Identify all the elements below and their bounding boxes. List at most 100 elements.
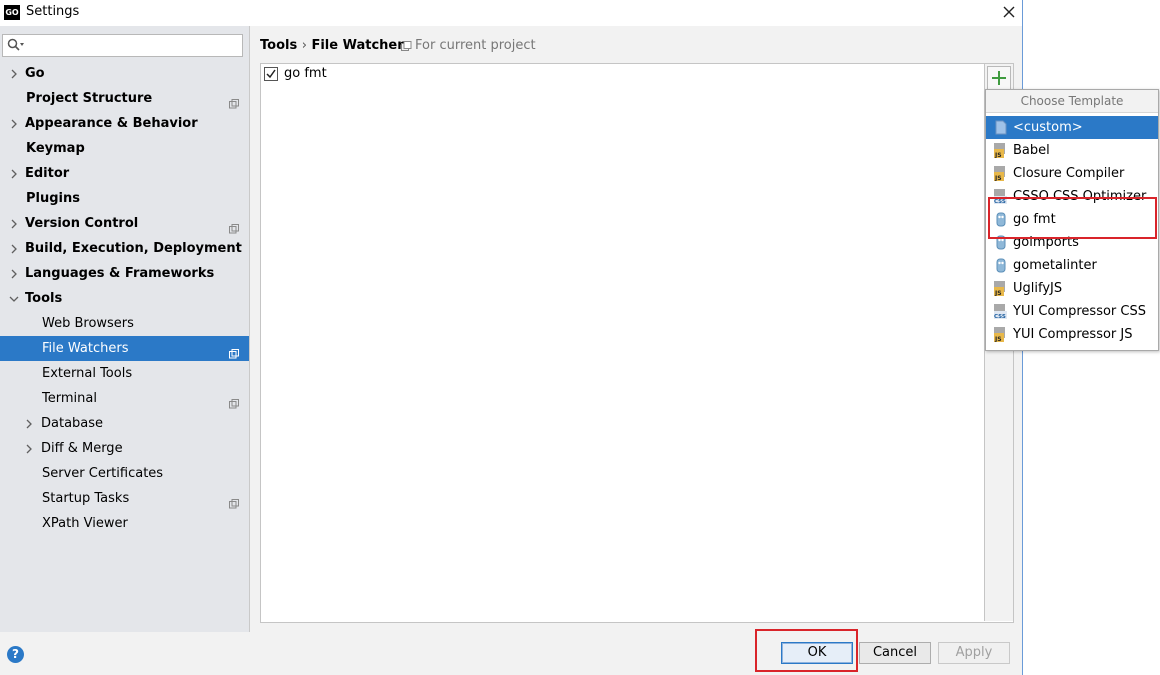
sidebar-item-label: External Tools [42, 366, 133, 381]
sidebar-item-external-tools[interactable]: External Tools [0, 361, 249, 386]
sidebar-item-diff-merge[interactable]: Diff & Merge [0, 436, 249, 461]
sidebar-item-label: Go [25, 66, 45, 81]
sidebar-item-appearance-behavior[interactable]: Appearance & Behavior [0, 111, 249, 136]
highlight-box-ok [755, 629, 858, 672]
close-button[interactable] [1000, 2, 1018, 22]
help-icon[interactable]: ? [7, 646, 24, 663]
highlight-box-go-fmt [988, 197, 1157, 239]
cancel-button[interactable]: Cancel [859, 642, 931, 664]
chevron-right-icon[interactable] [9, 111, 19, 136]
watcher-name[interactable]: go fmt [284, 66, 327, 81]
sidebar-item-label: Project Structure [26, 91, 153, 106]
sidebar-item-version-control[interactable]: Version Control [0, 211, 249, 236]
search-input[interactable] [2, 34, 243, 57]
sidebar-item-label: Startup Tasks [42, 491, 130, 506]
sidebar-item-label: Plugins [26, 191, 80, 206]
project-scope-icon [229, 343, 239, 359]
svg-text:CSS: CSS [994, 314, 1006, 319]
template-item-custom[interactable]: <custom> [986, 116, 1158, 139]
app-icon: GO [4, 5, 20, 20]
sidebar-item-database[interactable]: Database [0, 411, 249, 436]
sidebar-item-label: Terminal [42, 391, 97, 406]
sidebar-item-label: XPath Viewer [42, 516, 128, 531]
sidebar-item-label: Web Browsers [42, 316, 134, 331]
breadcrumb: Tools › File Watchers [260, 38, 411, 53]
template-item-label: gometalinter [1013, 258, 1097, 273]
template-item-uglifyjs[interactable]: JS UglifyJS [986, 277, 1158, 300]
svg-text:JS: JS [994, 290, 1002, 296]
popup-title: Choose Template [986, 90, 1158, 113]
checkmark-icon [266, 69, 276, 79]
sidebar-item-label: Keymap [26, 141, 85, 156]
close-icon [1003, 6, 1015, 18]
template-item-yui-compressor-js[interactable]: JS YUI Compressor JS [986, 323, 1158, 346]
settings-sidebar: Go Project Structure Appearance & Behavior… [0, 26, 250, 632]
project-scope-icon [229, 218, 239, 234]
sidebar-item-startup-tasks[interactable]: Startup Tasks [0, 486, 249, 511]
js-icon: JS [994, 166, 1008, 182]
template-item-closure-compiler[interactable]: JS Closure Compiler [986, 162, 1158, 185]
template-item-label: YUI Compressor JS [1013, 327, 1133, 342]
breadcrumb-current: File Watchers [311, 38, 412, 53]
sidebar-item-editor[interactable]: Editor [0, 161, 249, 186]
breadcrumb-parent[interactable]: Tools [260, 38, 297, 53]
chevron-right-icon[interactable] [9, 61, 19, 86]
sidebar-item-label: Editor [25, 166, 70, 181]
chevron-down-icon[interactable] [9, 286, 19, 311]
sidebar-item-label: Languages & Frameworks [25, 266, 215, 281]
sidebar-item-terminal[interactable]: Terminal [0, 386, 249, 411]
sidebar-item-build-execution-deployment[interactable]: Build, Execution, Deployment [0, 236, 249, 261]
project-scope-icon [401, 41, 412, 51]
chevron-right-icon[interactable] [9, 261, 19, 286]
sidebar-item-tools[interactable]: Tools [0, 286, 249, 311]
sidebar-item-label: Diff & Merge [41, 441, 123, 456]
template-item-label: <custom> [1013, 120, 1083, 135]
window-title: Settings [26, 4, 80, 19]
sidebar-item-go[interactable]: Go [0, 61, 249, 86]
watchers-table [260, 63, 1014, 623]
chevron-right-icon[interactable] [9, 161, 19, 186]
project-scope-icon [229, 393, 239, 409]
template-item-label: Babel [1013, 143, 1050, 158]
sidebar-item-label: Tools [25, 291, 63, 306]
sidebar-item-label: Appearance & Behavior [25, 116, 198, 131]
template-item-label: YUI Compressor CSS [1013, 304, 1146, 319]
watcher-enabled-checkbox[interactable] [264, 67, 278, 81]
template-item-label: Closure Compiler [1013, 166, 1125, 181]
sidebar-item-label: Database [41, 416, 104, 431]
sidebar-item-label: File Watchers [42, 341, 129, 356]
scope-label: For current project [415, 38, 536, 53]
sidebar-item-label: Build, Execution, Deployment [25, 241, 242, 256]
chevron-right-icon[interactable] [24, 436, 34, 461]
template-item-yui-compressor-css[interactable]: CSS YUI Compressor CSS [986, 300, 1158, 323]
chevron-right-icon[interactable] [9, 211, 19, 236]
svg-text:JS: JS [994, 336, 1002, 342]
sidebar-item-web-browsers[interactable]: Web Browsers [0, 311, 249, 336]
js-icon: JS [994, 327, 1008, 343]
svg-text:JS: JS [994, 152, 1002, 158]
svg-text:JS: JS [994, 175, 1002, 181]
project-scope-icon [229, 493, 239, 509]
chevron-right-icon[interactable] [9, 236, 19, 261]
sidebar-item-server-certificates[interactable]: Server Certificates [0, 461, 249, 486]
search-icon [7, 38, 24, 51]
js-icon: JS [994, 281, 1008, 297]
sidebar-item-languages-frameworks[interactable]: Languages & Frameworks [0, 261, 249, 286]
apply-button[interactable]: Apply [938, 642, 1010, 664]
sidebar-item-keymap[interactable]: Keymap [0, 136, 249, 161]
template-item-babel[interactable]: JS Babel [986, 139, 1158, 162]
sidebar-item-file-watchers[interactable]: File Watchers [0, 336, 249, 361]
js-icon: JS [994, 143, 1008, 159]
template-item-label: UglifyJS [1013, 281, 1063, 296]
template-item-gometalinter[interactable]: gometalinter [986, 254, 1158, 277]
go-icon [994, 258, 1008, 273]
sidebar-item-label: Version Control [25, 216, 139, 231]
add-watcher-button[interactable] [987, 66, 1011, 90]
custom-icon [994, 120, 1008, 135]
breadcrumb-separator: › [301, 38, 307, 53]
title-bar: GO Settings [0, 0, 1022, 26]
sidebar-item-xpath-viewer[interactable]: XPath Viewer [0, 511, 249, 536]
sidebar-item-project-structure[interactable]: Project Structure [0, 86, 249, 111]
chevron-right-icon[interactable] [24, 411, 34, 436]
sidebar-item-plugins[interactable]: Plugins [0, 186, 249, 211]
